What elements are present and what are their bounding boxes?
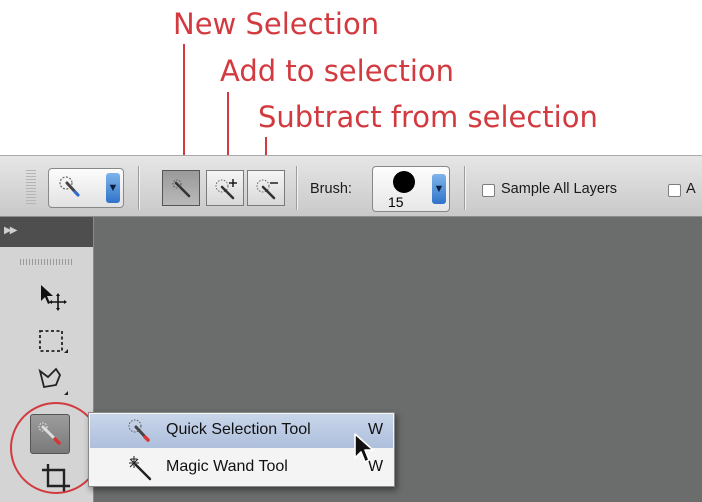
subtract-from-selection-callout: Subtract from selection [258, 100, 598, 134]
flyout-item-label: Quick Selection Tool [166, 421, 311, 438]
expand-icon[interactable]: ▶▶ [4, 225, 17, 236]
separator [464, 166, 466, 210]
marquee-tool-icon[interactable] [34, 325, 68, 359]
quick-selection-icon [172, 179, 191, 198]
brush-picker[interactable]: 15 ▼ [372, 166, 450, 212]
flyout-item-quick-selection[interactable]: Quick Selection Tool W [90, 414, 393, 448]
new-selection-leader [183, 44, 185, 169]
tool-preset-picker[interactable]: ▼ [48, 168, 124, 208]
quick-selection-icon [128, 419, 150, 442]
chevron-down-icon[interactable]: ▼ [106, 173, 120, 203]
mouse-pointer-icon [354, 433, 374, 463]
magic-wand-icon [129, 456, 152, 481]
chevron-down-icon[interactable]: ▼ [432, 174, 446, 204]
quick-selection-icon [59, 176, 80, 197]
auto-enhance-label: A [686, 181, 696, 197]
subtract-selection-icon [256, 179, 278, 200]
options-bar-grip[interactable] [26, 170, 36, 206]
sample-all-layers-checkbox[interactable] [482, 184, 495, 197]
brush-preview [393, 171, 415, 193]
new-selection-callout: New Selection [173, 7, 380, 41]
toolbox-grip[interactable] [20, 259, 74, 265]
options-bar: ▼ Brush: 15 ▼ Sample All Layers A [0, 155, 702, 217]
lasso-tool-icon[interactable] [34, 365, 68, 399]
toolbox-header[interactable]: ▶▶ [0, 217, 93, 247]
auto-enhance-checkbox[interactable] [668, 184, 681, 197]
move-tool-icon[interactable] [34, 279, 68, 313]
brush-label: Brush: [310, 181, 352, 197]
add-selection-icon [215, 179, 237, 200]
add-to-selection-callout: Add to selection [220, 54, 455, 88]
flyout-item-magic-wand[interactable]: Magic Wand Tool W [90, 451, 393, 485]
new-selection-button[interactable] [162, 170, 200, 206]
flyout-item-label: Magic Wand Tool [166, 458, 288, 475]
separator [296, 166, 298, 210]
subtract-from-selection-button[interactable] [247, 170, 285, 206]
sample-all-layers-label: Sample All Layers [501, 181, 618, 197]
add-to-selection-button[interactable] [206, 170, 244, 206]
separator [138, 166, 140, 210]
tool-flyout-menu: Quick Selection Tool W Magic Wand Tool W [88, 412, 395, 487]
brush-size-value: 15 [388, 194, 404, 210]
